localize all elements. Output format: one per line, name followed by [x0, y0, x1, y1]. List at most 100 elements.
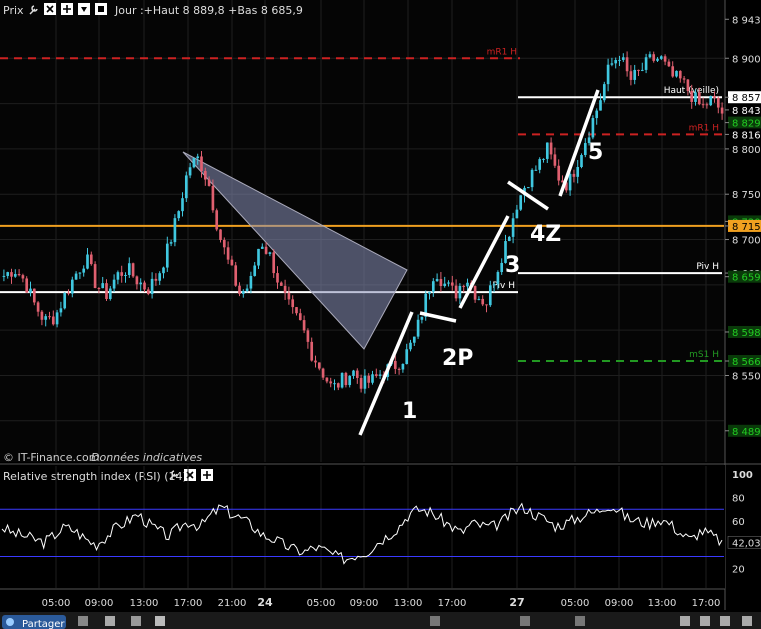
candle-body-165: [629, 71, 633, 80]
candle-body-135: [515, 209, 519, 219]
candle-body-44: [169, 242, 173, 244]
settings-icon[interactable]: [95, 3, 107, 15]
candle-body-79: [302, 320, 306, 331]
candle-body-66: [253, 265, 257, 276]
candle-body-62: [238, 285, 241, 294]
candle-body-88: [336, 383, 340, 388]
candle-body-7: [29, 288, 32, 293]
candle-body-93: [355, 370, 359, 378]
candle-body-108: [412, 336, 416, 343]
price-tick-label-10: 8 700: [732, 236, 761, 247]
candle-body-61: [234, 265, 238, 286]
candle-body-42: [162, 267, 165, 274]
tool-icon-9[interactable]: [700, 616, 710, 626]
candle-body-104: [397, 368, 401, 370]
candle-body-19: [74, 273, 78, 280]
tool-icon-6[interactable]: [520, 616, 530, 626]
candle-body-98: [374, 374, 378, 376]
candle-body-155: [591, 118, 595, 138]
candle-body-57: [219, 229, 222, 240]
menu-icon[interactable]: [78, 3, 90, 15]
x-tick-label-14: 17:00: [692, 598, 721, 609]
candle-body-184: [701, 104, 705, 106]
candle-body-95: [363, 375, 367, 389]
candle-body-83: [317, 362, 321, 369]
candle-body-64: [245, 288, 249, 291]
tool-icon-3[interactable]: [131, 616, 141, 626]
tool-icon-2[interactable]: [105, 616, 115, 626]
candle-body-27: [105, 283, 108, 299]
close-icon[interactable]: [44, 3, 56, 15]
x-tick-label-7: 09:00: [350, 598, 379, 609]
rsi-close-icon[interactable]: [184, 469, 196, 481]
candle-body-178: [678, 70, 682, 79]
candle-body-55: [211, 185, 215, 211]
candle-body-69: [264, 246, 268, 254]
candle-body-73: [279, 282, 283, 286]
candle-body-30: [116, 272, 120, 280]
candle-body-114: [435, 278, 439, 282]
candle-body-40: [154, 278, 158, 281]
candle-body-39: [150, 278, 154, 295]
tool-icon-1[interactable]: [78, 616, 88, 626]
candle-body-71: [272, 252, 276, 274]
x-tick-label-10: 27: [509, 596, 524, 609]
x-tick-label-2: 13:00: [130, 598, 159, 609]
candle-body-41: [158, 273, 162, 281]
candle-body-115: [439, 278, 443, 287]
rsi-add-icon[interactable]: [201, 469, 213, 481]
trading-chart: mR1 HHaut (veille)mR1 HPiv HPiv HmS1 H 1…: [0, 0, 761, 629]
candle-body-99: [378, 374, 382, 376]
candle-body-112: [428, 291, 431, 294]
tool-icon-5[interactable]: [430, 616, 440, 626]
candle-body-175: [667, 61, 671, 67]
candle-body-17: [67, 292, 70, 294]
price-panel: [0, 0, 725, 462]
x-tick-label-1: 09:00: [85, 598, 114, 609]
candle-body-91: [348, 375, 352, 386]
rsi-tick-label-1: 80: [732, 494, 745, 505]
price-tick-label-1: 8 900: [732, 54, 761, 65]
x-tick-label-5: 24: [257, 596, 273, 609]
candle-body-77: [295, 307, 298, 314]
tool-icon-7[interactable]: [575, 616, 585, 626]
share-button[interactable]: Partager: [2, 615, 66, 629]
tool-icon-8[interactable]: [680, 616, 690, 626]
rsi-tick-label-4: 20: [732, 564, 745, 575]
candle-body-144: [549, 142, 553, 155]
tool-icon-4[interactable]: [155, 616, 165, 626]
level-label-4: Piv H: [696, 262, 719, 272]
candle-body-86: [329, 381, 333, 384]
price-tick-label-7: 8 750: [732, 190, 761, 201]
candle-body-97: [371, 374, 374, 383]
candle-body-177: [675, 70, 678, 77]
candle-body-28: [108, 288, 112, 299]
add-icon[interactable]: [61, 3, 73, 15]
candle-body-53: [203, 170, 207, 180]
price-title: Prix: [3, 4, 24, 17]
candle-body-34: [131, 263, 135, 277]
candle-body-141: [538, 159, 542, 170]
candle-body-47: [181, 198, 184, 212]
candle-body-106: [405, 349, 409, 365]
candle-body-6: [25, 278, 29, 293]
x-tick-label-11: 05:00: [561, 598, 590, 609]
share-label: Partager: [22, 619, 65, 629]
price-tick-label-15: 8 550: [732, 371, 761, 382]
candle-body-124: [473, 286, 477, 300]
candle-body-50: [192, 158, 196, 168]
candle-body-161: [614, 60, 618, 64]
candle-body-107: [409, 342, 412, 350]
rsi-title: Relative strength index (RSI) (14): [3, 470, 187, 483]
candle-body-117: [447, 282, 450, 284]
price-tick-label-13: 8 598: [732, 328, 761, 339]
candle-body-136: [519, 195, 523, 210]
candle-body-149: [568, 173, 572, 191]
candle-body-14: [55, 312, 59, 325]
tool-icon-10[interactable]: [720, 616, 730, 626]
tool-icon-11[interactable]: [742, 616, 752, 626]
candle-body-33: [127, 263, 131, 275]
candle-body-151: [576, 167, 580, 177]
x-tick-label-13: 13:00: [648, 598, 677, 609]
candle-body-16: [63, 292, 67, 309]
